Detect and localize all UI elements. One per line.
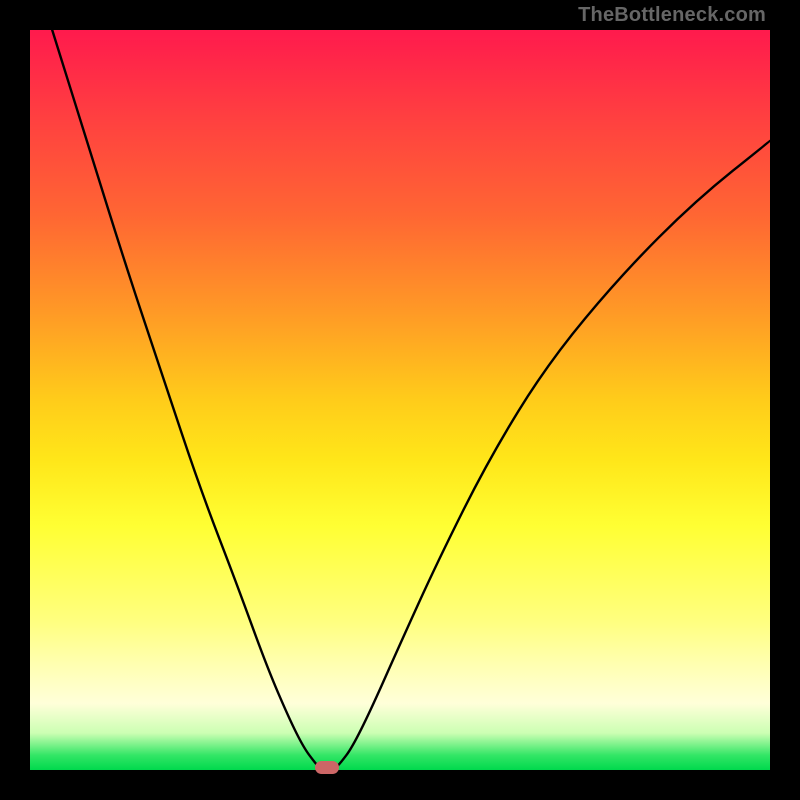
primary-marker [315,761,339,774]
chart-frame: TheBottleneck.com [0,0,800,800]
watermark-text: TheBottleneck.com [578,4,766,27]
bottleneck-curve [30,30,770,770]
curve-path [52,30,770,769]
